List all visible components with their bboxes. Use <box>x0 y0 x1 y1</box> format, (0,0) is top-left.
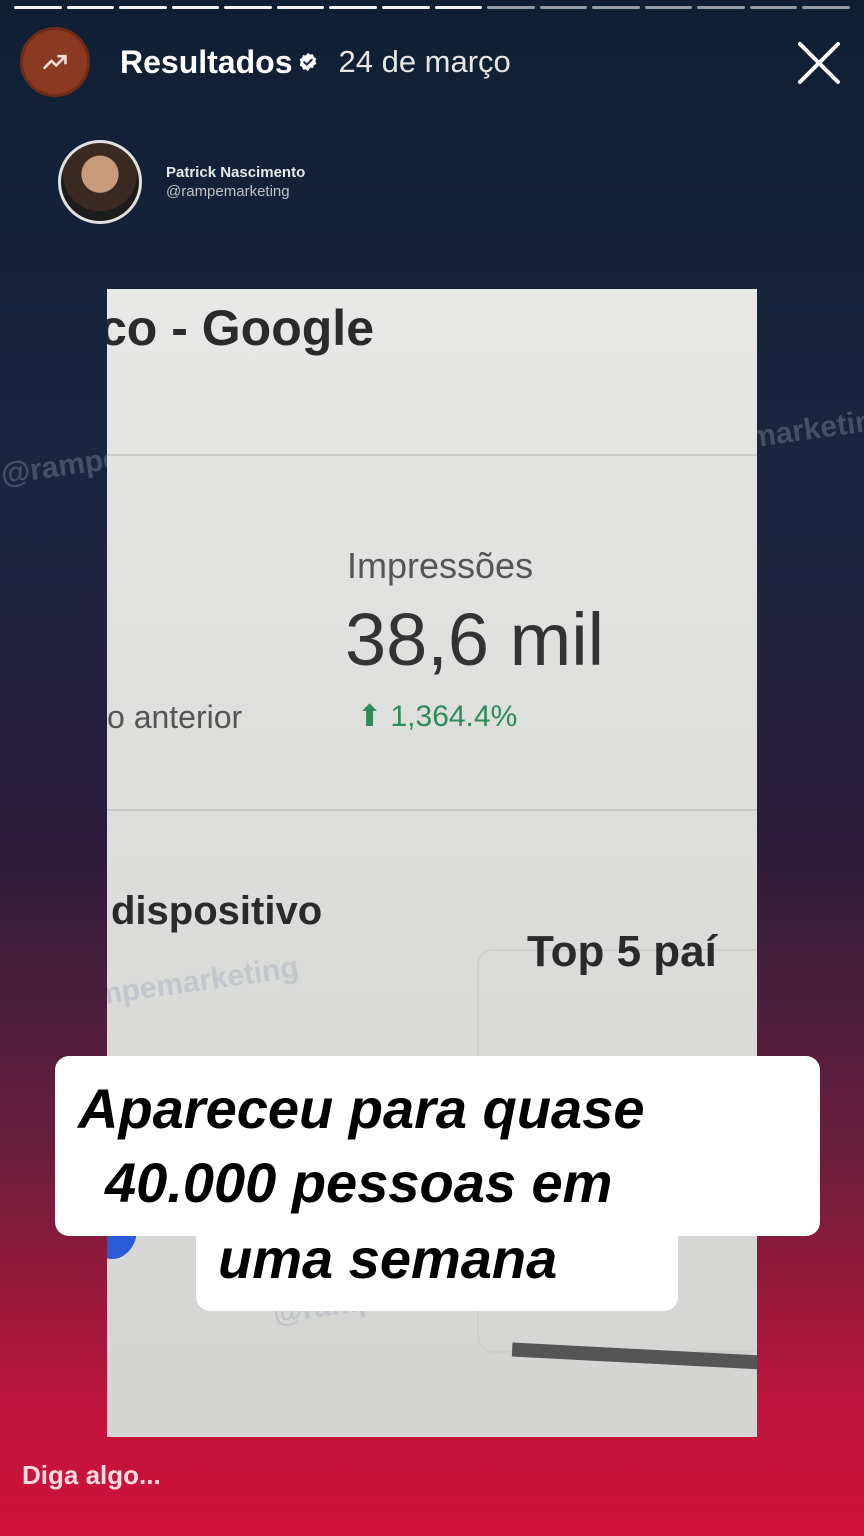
highlight-title[interactable]: Resultados <box>120 44 292 81</box>
divider <box>107 454 757 456</box>
growth-value: ⬆ 1,364.4% <box>357 699 517 734</box>
story-segment <box>487 6 535 9</box>
photo-heading: co - Google <box>107 300 374 356</box>
verified-icon <box>298 52 318 72</box>
caption-line-2: 40.000 pessoas em <box>105 1151 613 1214</box>
profile-badge[interactable]: Patrick Nascimento @rampemarketing <box>58 140 305 224</box>
impressions-value: 38,6 mil <box>345 598 605 681</box>
previous-period-label: o anterior <box>107 699 243 735</box>
story-segment <box>381 6 430 9</box>
story-segment <box>644 6 693 9</box>
caption-line-3: uma semana <box>218 1227 558 1290</box>
growth-percent: 1,364.4% <box>390 700 518 733</box>
story-segment <box>14 6 62 9</box>
story-segment <box>224 6 272 9</box>
story-segment <box>66 6 115 9</box>
story-date: 24 de março <box>338 44 511 79</box>
device-label: dispositivo <box>111 889 323 933</box>
impressions-label: Impressões <box>347 545 534 586</box>
story-header: Resultados 24 de março <box>20 24 844 100</box>
story-segment <box>329 6 377 9</box>
close-icon <box>798 42 840 84</box>
story-segment <box>276 6 325 9</box>
story-progress-bar <box>14 6 850 9</box>
caption-line-1: Apareceu para quase <box>78 1077 645 1140</box>
story-segment <box>749 6 798 9</box>
reply-input[interactable]: Diga algo... <box>22 1460 161 1491</box>
profile-handle: @rampemarketing <box>166 183 290 200</box>
highlight-avatar[interactable] <box>20 27 90 97</box>
story-segment <box>539 6 588 9</box>
arrow-up-icon: ⬆ <box>357 700 391 733</box>
watermark-photo: @rampemarketing <box>107 950 301 1021</box>
close-button[interactable] <box>794 38 844 88</box>
story-segment <box>434 6 483 9</box>
trending-up-icon <box>43 54 67 70</box>
avatar <box>58 140 142 224</box>
story-segment <box>697 6 745 9</box>
story-segment <box>802 6 850 9</box>
profile-name: Patrick Nascimento <box>166 164 306 181</box>
story-segment <box>119 6 167 9</box>
story-segment <box>171 6 220 9</box>
top5-label: Top 5 paí <box>527 927 717 976</box>
divider <box>107 809 757 811</box>
story-segment <box>592 6 640 9</box>
